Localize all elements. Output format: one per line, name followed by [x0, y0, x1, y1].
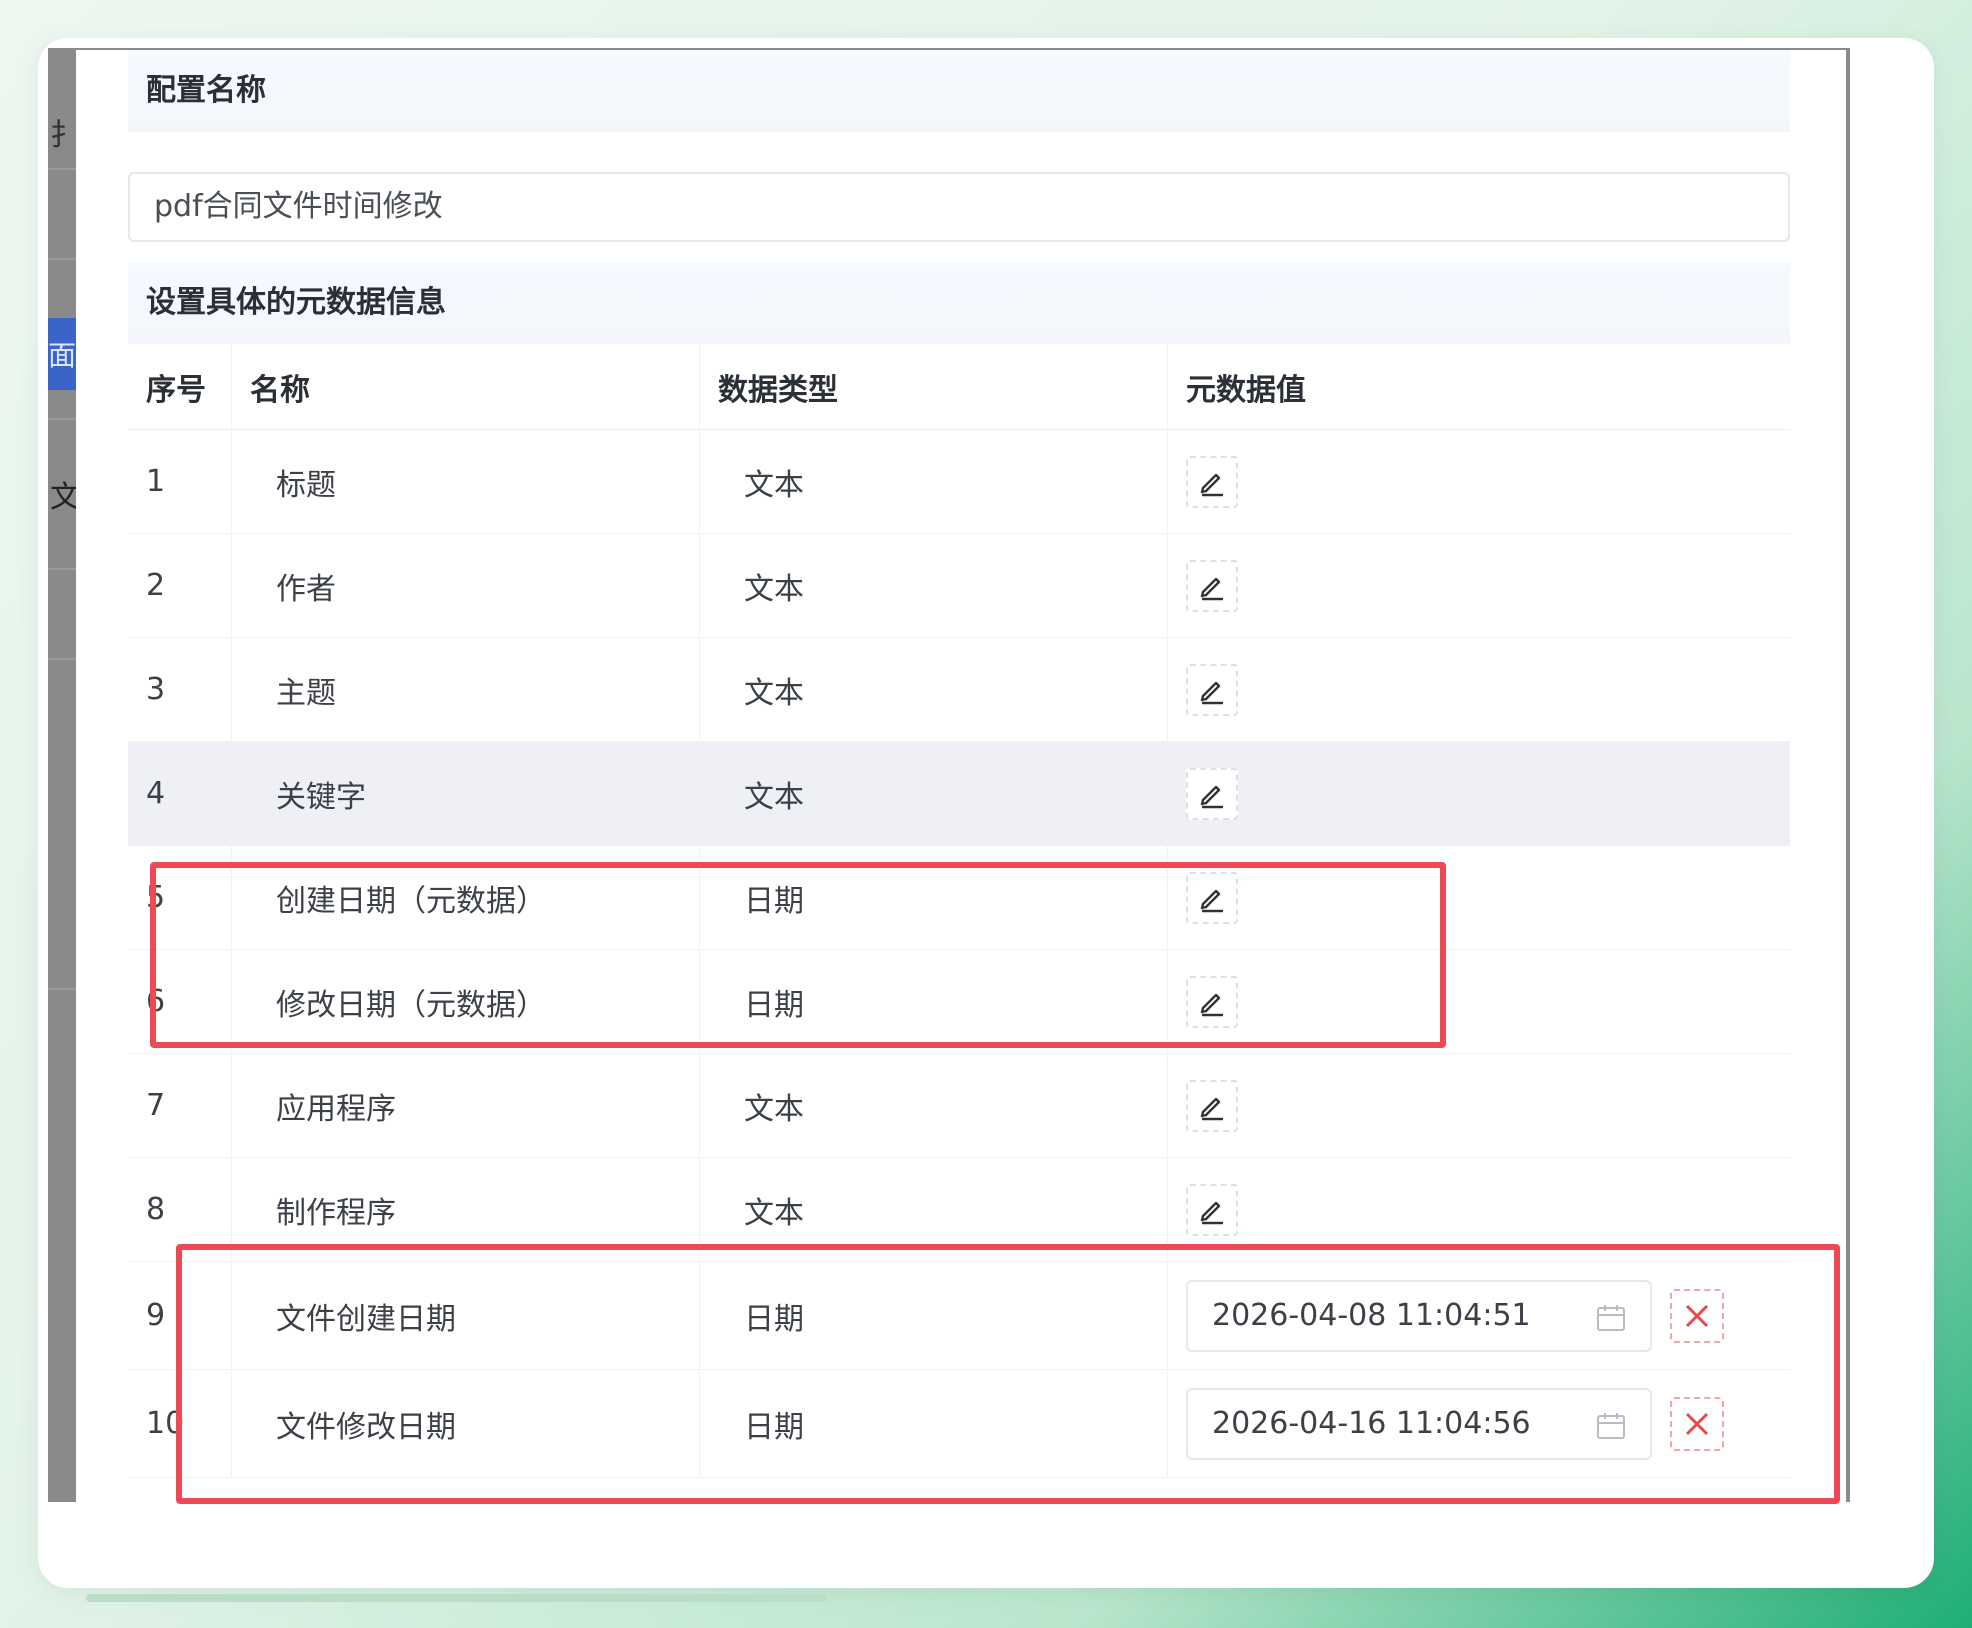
table-row: 3 主题 文本 — [128, 638, 1790, 742]
row-type: 文本 — [700, 742, 1168, 845]
header-type: 数据类型 — [700, 344, 1168, 429]
row-index: 7 — [128, 1054, 232, 1157]
row-name: 主题 — [232, 638, 700, 741]
background-active-tab: 面板 — [48, 318, 76, 390]
row-index: 9 — [128, 1262, 232, 1369]
pencil-icon — [1200, 1201, 1223, 1224]
pencil-icon — [1200, 577, 1223, 600]
date-value: 2026-04-16 11:04:56 — [1212, 1406, 1531, 1441]
background-glyph: 面板 — [48, 339, 76, 372]
row-type: 日期 — [700, 1370, 1168, 1477]
pencil-icon — [1200, 993, 1223, 1016]
file-modified-date-picker[interactable]: 2026-04-16 11:04:56 — [1186, 1387, 1652, 1460]
table-header-row: 序号 名称 数据类型 元数据值 — [128, 344, 1790, 430]
row-name: 标题 — [232, 430, 700, 533]
metadata-section-title: 设置具体的元数据信息 — [128, 262, 1790, 344]
row-index: 10 — [128, 1370, 232, 1477]
calendar-icon — [1597, 1304, 1625, 1331]
table-row: 7 应用程序 文本 — [128, 1054, 1790, 1158]
edit-value-button[interactable] — [1186, 767, 1238, 820]
header-index: 序号 — [128, 344, 232, 429]
row-type: 文本 — [700, 430, 1168, 533]
pencil-icon — [1200, 1097, 1223, 1120]
edit-value-button[interactable] — [1186, 975, 1238, 1028]
row-index: 1 — [128, 430, 232, 533]
config-name-input[interactable]: pdf合同文件时间修改 — [128, 172, 1790, 242]
close-icon — [1685, 1304, 1709, 1327]
row-type: 日期 — [700, 846, 1168, 949]
table-row: 9 文件创建日期 日期 2026-04-08 11:04:51 — [128, 1262, 1790, 1370]
edit-value-button[interactable] — [1186, 1079, 1238, 1132]
row-name: 关键字 — [232, 742, 700, 845]
metadata-config-dialog: 配置名称 pdf合同文件时间修改 设置具体的元数据信息 序号 名称 数据类型 元… — [76, 48, 1850, 1502]
date-value: 2026-04-08 11:04:51 — [1212, 1298, 1531, 1333]
table-row: 6 修改日期（元数据） 日期 — [128, 950, 1790, 1054]
header-value: 元数据值 — [1186, 372, 1306, 408]
edit-value-button[interactable] — [1186, 1183, 1238, 1236]
clear-date-button[interactable] — [1670, 1396, 1724, 1451]
edit-value-button[interactable] — [1186, 871, 1238, 924]
row-type: 日期 — [700, 1262, 1168, 1369]
edit-value-button[interactable] — [1186, 663, 1238, 716]
pencil-icon — [1200, 473, 1223, 496]
close-icon — [1685, 1412, 1709, 1435]
row-name: 创建日期（元数据） — [232, 846, 700, 949]
horizontal-scrollbar[interactable] — [86, 1594, 826, 1602]
row-name: 作者 — [232, 534, 700, 637]
background-app-edge: 扌 面板 文 — [48, 48, 80, 1502]
row-name: 修改日期（元数据） — [232, 950, 700, 1053]
row-type: 文本 — [700, 638, 1168, 741]
row-name: 应用程序 — [232, 1054, 700, 1157]
row-index: 2 — [128, 534, 232, 637]
row-type: 文本 — [700, 1158, 1168, 1261]
table-row: 1 标题 文本 — [128, 430, 1790, 534]
row-name: 文件创建日期 — [232, 1262, 700, 1369]
row-name: 制作程序 — [232, 1158, 700, 1261]
pencil-icon — [1200, 889, 1223, 912]
row-index: 3 — [128, 638, 232, 741]
row-index: 4 — [128, 742, 232, 845]
table-row-hovered: 4 关键字 文本 — [128, 742, 1790, 846]
config-name-title: 配置名称 — [128, 50, 1790, 132]
edit-value-button[interactable] — [1186, 559, 1238, 612]
calendar-icon — [1597, 1412, 1625, 1439]
row-index: 6 — [128, 950, 232, 1053]
clear-date-button[interactable] — [1670, 1288, 1724, 1343]
pencil-icon — [1200, 681, 1223, 704]
row-index: 8 — [128, 1158, 232, 1261]
table-row: 2 作者 文本 — [128, 534, 1790, 638]
table-row: 5 创建日期（元数据） 日期 — [128, 846, 1790, 950]
table-row: 10 文件修改日期 日期 2026-04-16 11:04:56 — [128, 1370, 1790, 1478]
row-type: 文本 — [700, 534, 1168, 637]
header-name: 名称 — [232, 344, 700, 429]
metadata-table: 序号 名称 数据类型 元数据值 1 标题 文本 2 作者 文本 3 主题 文本 … — [128, 344, 1790, 1478]
pencil-icon — [1200, 785, 1223, 808]
row-name: 文件修改日期 — [232, 1370, 700, 1477]
edit-value-button[interactable] — [1186, 455, 1238, 508]
file-created-date-picker[interactable]: 2026-04-08 11:04:51 — [1186, 1279, 1652, 1352]
row-type: 日期 — [700, 950, 1168, 1053]
row-index: 5 — [128, 846, 232, 949]
row-type: 文本 — [700, 1054, 1168, 1157]
table-row: 8 制作程序 文本 — [128, 1158, 1790, 1262]
